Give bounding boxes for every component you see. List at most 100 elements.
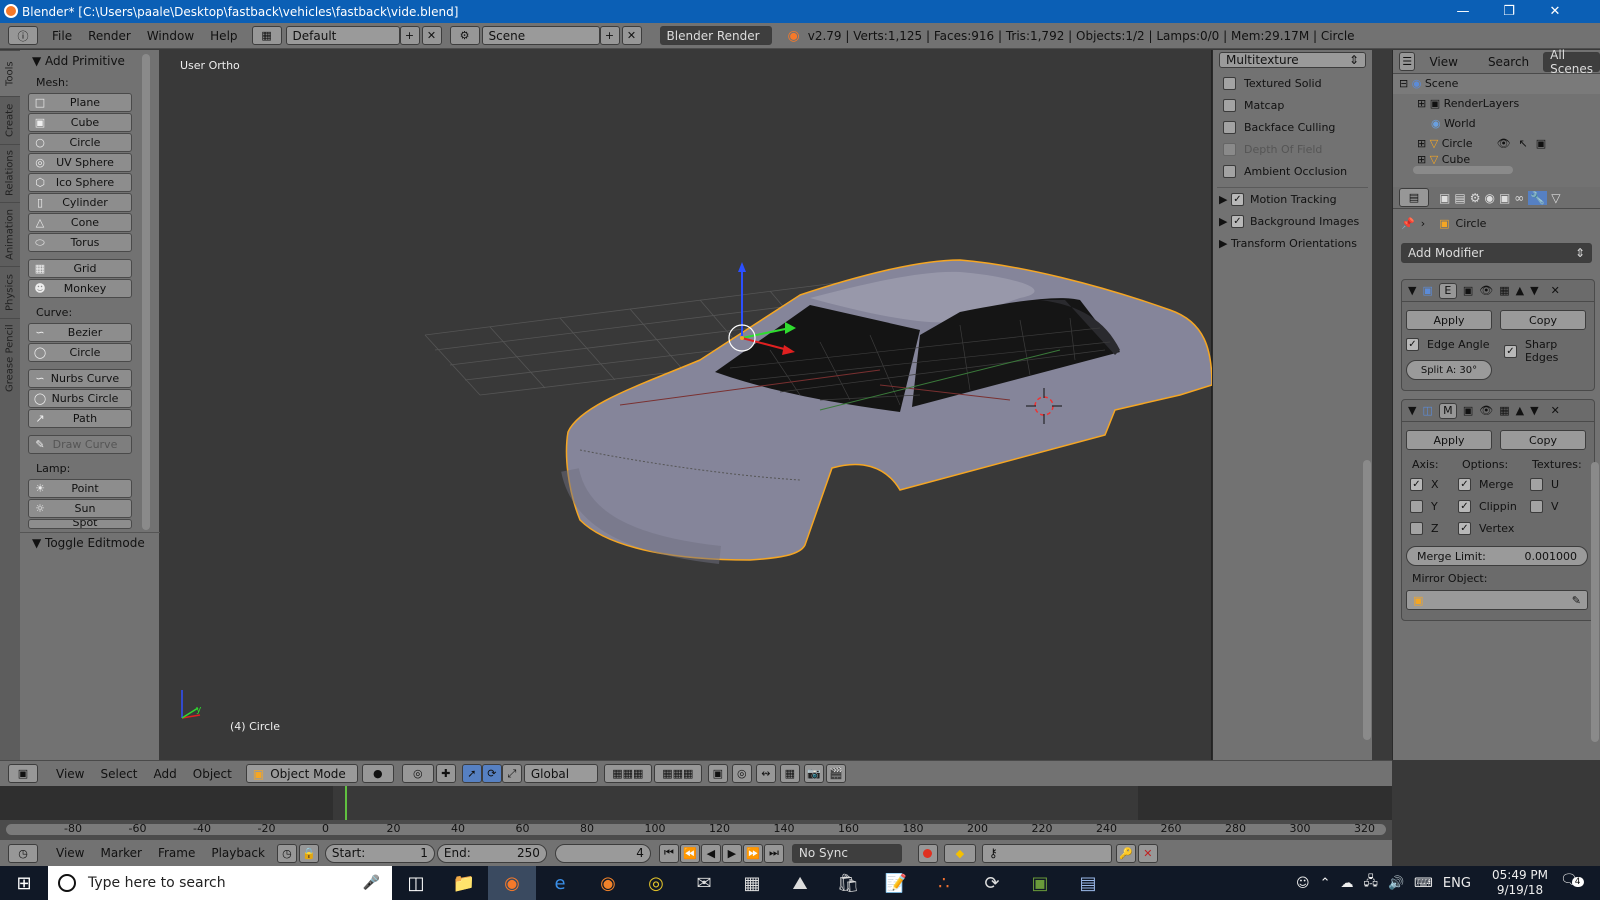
play-icon[interactable]: ▶ (721, 843, 742, 863)
rotate-manipulator-icon[interactable]: ⟳ (481, 764, 502, 783)
pivot-point-icon[interactable]: ◎ (401, 764, 434, 783)
render-camera-icon[interactable]: ▣ (1536, 134, 1546, 154)
menu-render[interactable]: Render (80, 29, 139, 43)
notepad-icon[interactable]: 📝 (872, 866, 920, 900)
current-frame-indicator[interactable] (345, 786, 347, 820)
render-animation-icon[interactable]: 🎬 (825, 764, 846, 783)
add-cube-button[interactable]: ▣ Cube (28, 113, 132, 132)
edge-browser-icon[interactable]: e (536, 866, 584, 900)
editmode-toggle-icon[interactable]: ▦ (1499, 404, 1509, 417)
add-curve-circle-button[interactable]: ◯ Circle (28, 343, 132, 362)
sharp-edges-option[interactable]: ✓ Sharp Edges (1504, 338, 1594, 364)
modifiers-wrench-icon[interactable]: 🔧 (1528, 190, 1548, 205)
preview-range-icon[interactable]: ◷ (276, 843, 297, 863)
play-reverse-icon[interactable]: ◀ (700, 843, 721, 863)
tab-grease-pencil[interactable]: Grease Pencil (0, 318, 20, 398)
checkbox-icon[interactable] (1530, 478, 1543, 491)
remove-layout-icon[interactable]: ✕ (421, 26, 442, 45)
layers-group-1[interactable]: ▦▦▦ (603, 764, 652, 783)
outliner-item-renderlayers[interactable]: ⊞ ▣ RenderLayers (1393, 94, 1600, 114)
render-toggle-icon[interactable]: ▣ (1463, 284, 1473, 297)
tray-chevron-icon[interactable]: ⌃ (1320, 876, 1331, 891)
mirror-copy-button[interactable]: Copy (1500, 430, 1586, 450)
microphone-icon[interactable]: 🎤 (363, 875, 380, 891)
editmode-toggle-icon[interactable]: ▦ (1499, 284, 1509, 297)
lock-camera-icon[interactable]: ▣ (707, 764, 728, 783)
select-cursor-icon[interactable]: ↖ (1519, 134, 1528, 154)
add-cylinder-button[interactable]: ▯ Cylinder (28, 193, 132, 212)
merge-option[interactable]: ✓ Merge (1458, 478, 1513, 491)
snap-element-icon[interactable]: ▦ (779, 764, 800, 783)
scale-manipulator-icon[interactable]: ⤢ (501, 764, 522, 783)
blender-taskbar-icon[interactable]: ◉ (488, 866, 536, 900)
start-frame-field[interactable]: Start: 1 (324, 843, 435, 863)
checkmark-icon[interactable]: ✓ (1504, 344, 1517, 358)
draw-curve-button[interactable]: ✎ Draw Curve (28, 435, 132, 454)
properties-editor-icon[interactable]: ▤ (1399, 188, 1429, 207)
add-uv-sphere-button[interactable]: ◎ UV Sphere (28, 153, 132, 172)
timeline-menu-view[interactable]: View (48, 846, 92, 860)
layers-group-2[interactable]: ▦▦▦ (653, 764, 702, 783)
checkmark-icon[interactable]: ✓ (1458, 522, 1471, 535)
outliner-item-scene[interactable]: ⊟ ◉ Scene (1393, 74, 1600, 94)
axis-z-option[interactable]: Z (1410, 522, 1439, 535)
outliner-view-menu[interactable]: View (1421, 55, 1465, 69)
add-scene-icon[interactable]: + (599, 26, 620, 45)
timeline-menu-marker[interactable]: Marker (92, 846, 149, 860)
sync-mode-select[interactable]: No Sync (791, 843, 902, 863)
task-view-icon[interactable]: ◫ (392, 866, 440, 900)
mirror-apply-button[interactable]: Apply (1406, 430, 1492, 450)
add-nurbs-curve-button[interactable]: ∽ Nurbs Curve (28, 369, 132, 388)
screen-layout-icon[interactable]: ▦ (251, 26, 282, 45)
store-icon[interactable]: 🛍 (824, 866, 872, 900)
checkmark-icon[interactable]: ✓ (1458, 500, 1471, 513)
manipulator-toggle-icon[interactable]: ✚ (435, 764, 456, 783)
mirror-object-field[interactable]: ▣ ✎ (1406, 590, 1588, 610)
windows-start-icon[interactable]: ⊞ (0, 866, 48, 900)
add-bezier-button[interactable]: ∽ Bezier (28, 323, 132, 342)
scene-icon[interactable]: ⚙ (449, 26, 480, 45)
checkbox-icon[interactable] (1223, 76, 1236, 90)
lock-range-icon[interactable]: 🔒 (298, 843, 319, 863)
transform-orientation-select[interactable]: Global (523, 764, 598, 783)
checkmark-icon[interactable]: ✓ (1230, 192, 1244, 206)
add-primitive-header[interactable]: ▼ Add Primitive (20, 50, 159, 68)
outliner-item-world[interactable]: ◉ World (1393, 114, 1600, 134)
3d-view-editor-icon[interactable]: ▣ (8, 764, 38, 783)
axis-x-option[interactable]: ✓ X (1410, 478, 1439, 491)
collapse-arrow-icon[interactable]: ▼ (1408, 284, 1416, 297)
shading-mode-select[interactable]: Multitexture ⇕ (1219, 52, 1366, 68)
data-tab-icon[interactable]: ▽ (1551, 191, 1560, 205)
constraints-tab-icon[interactable]: ∞ (1514, 191, 1524, 205)
checkmark-icon[interactable]: ✓ (1406, 338, 1419, 351)
jump-start-icon[interactable]: ⏮ (658, 843, 679, 863)
clock[interactable]: 05:49 PM 9/19/18 (1488, 868, 1552, 898)
add-layout-icon[interactable]: + (399, 26, 420, 45)
photos-icon[interactable]: ⛰ (776, 866, 824, 900)
add-circle-button[interactable]: ○ Circle (28, 133, 132, 152)
network-icon[interactable]: 🖧 (1363, 872, 1378, 894)
checkbox-icon[interactable] (1223, 164, 1236, 178)
option-depth-of-field[interactable]: Depth Of Field (1213, 138, 1372, 160)
viewport-toggle-icon[interactable]: 👁 (1479, 284, 1493, 297)
timeline-editor-icon[interactable]: ◷ (8, 843, 38, 863)
app-circle-icon[interactable]: ⟳ (968, 866, 1016, 900)
volume-icon[interactable]: 🔊 (1388, 876, 1404, 891)
collapse-arrow-icon[interactable]: ▼ (1408, 404, 1416, 417)
texture-v-option[interactable]: V (1530, 500, 1559, 513)
move-down-icon[interactable]: ▼ (1530, 404, 1538, 417)
taskbar-search-box[interactable]: Type here to search 🎤 (48, 866, 392, 900)
toggle-editmode-header[interactable]: ▼ Toggle Editmode (20, 532, 145, 550)
texture-u-option[interactable]: U (1530, 478, 1559, 491)
edge-angle-option[interactable]: ✓ Edge Angle (1406, 338, 1489, 351)
modifier-name-field[interactable]: E (1438, 282, 1457, 299)
timeline-menu-playback[interactable]: Playback (203, 846, 273, 860)
menu-view[interactable]: View (48, 767, 92, 781)
tab-animation[interactable]: Animation (0, 202, 20, 266)
add-path-button[interactable]: ↗ Path (28, 409, 132, 428)
option-textured-solid[interactable]: Textured Solid (1213, 72, 1372, 94)
menu-select[interactable]: Select (92, 767, 145, 781)
tab-create[interactable]: Create (0, 96, 20, 144)
screen-layout-field[interactable]: Default (285, 26, 400, 45)
scene-field[interactable]: Scene (481, 26, 600, 45)
